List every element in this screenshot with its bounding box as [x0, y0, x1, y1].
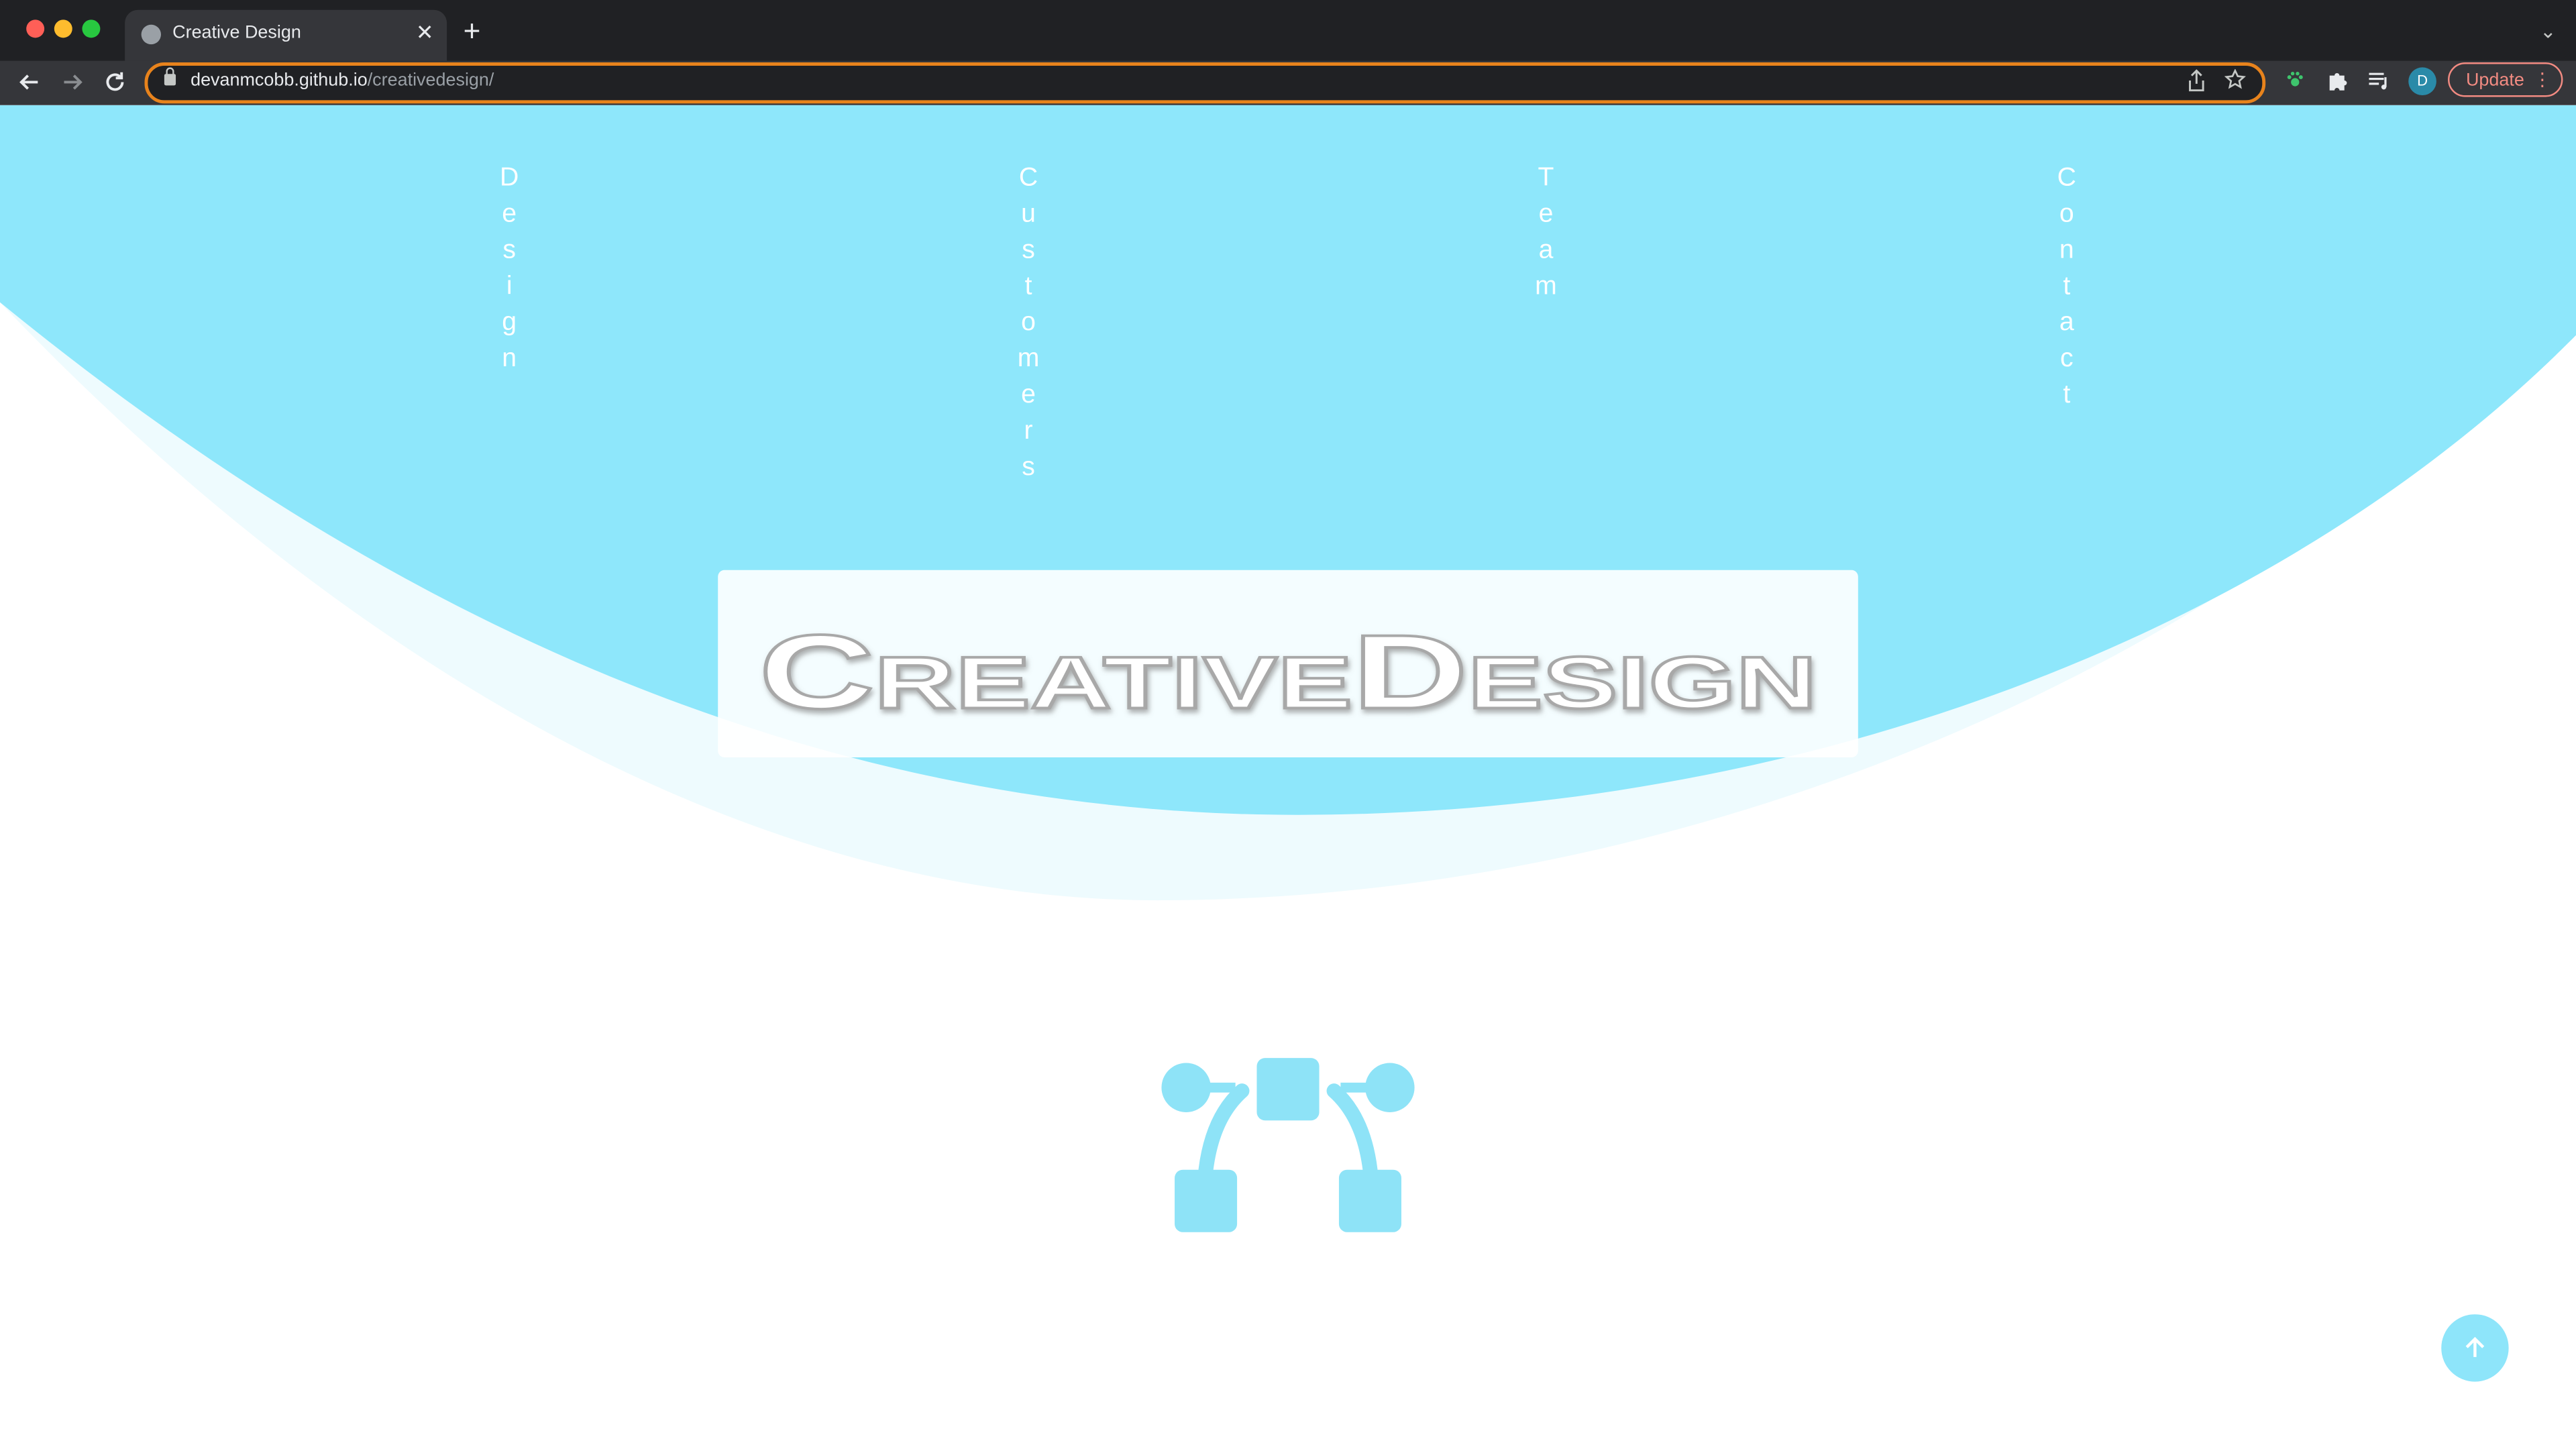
nav-letter: C	[1018, 164, 1038, 193]
zoom-window-button[interactable]	[82, 19, 101, 38]
hero-title-box: CreativeDesign	[718, 570, 1858, 757]
browser-tab[interactable]: Creative Design ✕	[125, 9, 447, 61]
nav-letter: a	[1538, 236, 1554, 265]
nav-letter: n	[2059, 236, 2074, 265]
browser-toolbar: devanmcobb.github.io/creativedesign/ D U…	[0, 60, 2576, 105]
nav-letter: m	[1017, 345, 1040, 373]
nav-letter: a	[2059, 309, 2074, 337]
star-icon[interactable]	[2224, 68, 2247, 97]
vector-design-icon	[1161, 1058, 1415, 1232]
new-tab-button[interactable]: +	[464, 16, 481, 46]
tab-search-icon[interactable]: ⌄	[2540, 19, 2557, 42]
share-icon[interactable]	[2187, 69, 2206, 99]
lock-icon[interactable]	[164, 67, 176, 86]
nav-letter: s	[1022, 453, 1035, 482]
reload-icon[interactable]	[99, 66, 131, 99]
update-label: Update	[2465, 70, 2524, 91]
back-arrow-icon[interactable]	[13, 66, 46, 99]
more-menu-icon[interactable]: ⋮	[2533, 64, 2551, 99]
tab-title: Creative Design	[172, 23, 301, 43]
scroll-to-top-button[interactable]	[2441, 1314, 2509, 1382]
tab-close-icon[interactable]: ✕	[416, 19, 434, 46]
nav-letter: e	[1021, 381, 1036, 409]
nav-letter: m	[1535, 272, 1557, 301]
media-playlist-icon[interactable]	[2367, 69, 2390, 99]
url-host: devanmcobb.github.io	[191, 70, 368, 91]
nav-letter: r	[1024, 417, 1033, 445]
nav-letter: i	[506, 272, 513, 301]
nav-letter: t	[1024, 272, 1032, 301]
close-window-button[interactable]	[26, 19, 45, 38]
nav-letter: D	[500, 164, 519, 193]
nav-link-team[interactable]: Team	[1529, 161, 1562, 306]
address-bar[interactable]: devanmcobb.github.io/creativedesign/	[144, 62, 2266, 104]
header-wave-background	[0, 105, 2576, 901]
nav-letter: e	[502, 200, 517, 229]
url-path: /creativedesign/	[367, 70, 494, 91]
update-button[interactable]: Update ⋮	[2448, 62, 2563, 97]
nav-letter: o	[1021, 309, 1036, 337]
hero-title-text: CreativeDesign	[759, 614, 1817, 731]
nav-link-design[interactable]: Design	[493, 161, 526, 378]
page-content: Design Customers Team Contact CreativeDe…	[0, 105, 2576, 1449]
globe-icon	[141, 24, 162, 45]
hero-title: CreativeDesign	[757, 612, 1818, 733]
paw-extension-icon[interactable]	[2286, 69, 2305, 95]
profile-avatar[interactable]: D	[2408, 67, 2436, 96]
nav-link-customers[interactable]: Customers	[1012, 161, 1045, 486]
nav-letter: C	[2057, 164, 2077, 193]
puzzle-icon[interactable]	[2326, 69, 2349, 99]
url-text[interactable]: devanmcobb.github.io/creativedesign/	[191, 70, 494, 90]
browser-titlebar: Creative Design ✕ + ⌄	[0, 0, 2576, 61]
minimize-window-button[interactable]	[54, 19, 72, 38]
nav-letter: s	[502, 236, 516, 265]
nav-letter: e	[1538, 200, 1554, 229]
nav-letter: t	[2063, 381, 2071, 409]
nav-letter: c	[2060, 345, 2074, 373]
nav-letter: u	[1021, 200, 1036, 229]
nav-letter: T	[1538, 164, 1554, 193]
nav-letter: n	[502, 345, 517, 373]
forward-arrow-icon[interactable]	[56, 66, 89, 99]
arrow-up-icon	[2465, 1336, 2485, 1357]
nav-letter: o	[2059, 200, 2074, 229]
nav-letter: t	[2063, 272, 2071, 301]
nav-letter: g	[502, 309, 517, 337]
nav-link-contact[interactable]: Contact	[2050, 161, 2083, 414]
nav-letter: s	[1022, 236, 1035, 265]
